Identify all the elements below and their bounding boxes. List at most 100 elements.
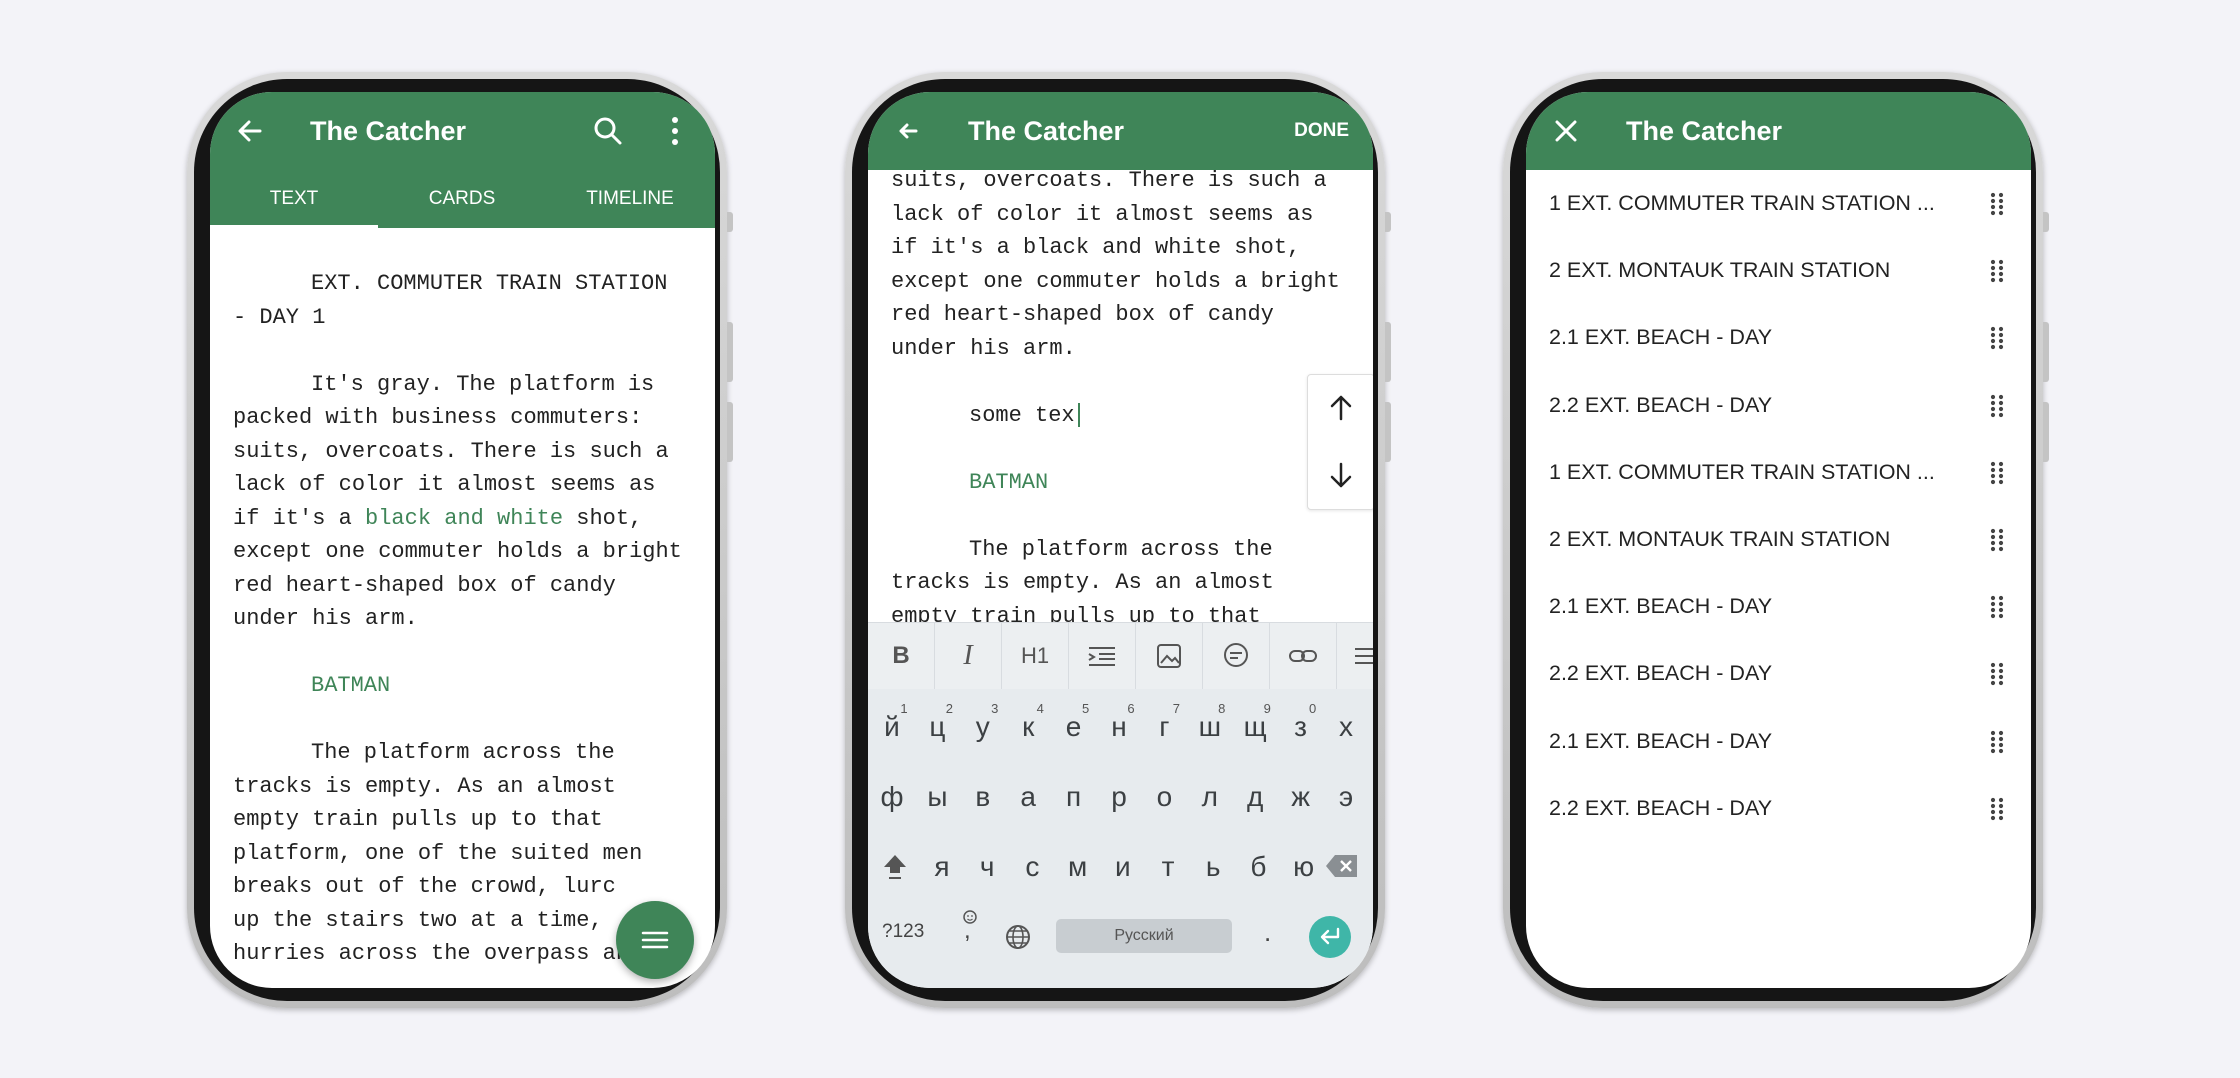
scene-label: 2.2 EXT. BEACH - DAY bbox=[1549, 795, 1773, 820]
symbols-key[interactable]: ?123 bbox=[882, 921, 924, 943]
key[interactable]: ю bbox=[1282, 851, 1326, 883]
back-arrow-icon[interactable] bbox=[230, 111, 270, 151]
arrow-down-icon[interactable] bbox=[1308, 442, 1373, 508]
arrow-up-icon[interactable] bbox=[1308, 375, 1373, 441]
typed-text[interactable]: some tex bbox=[891, 403, 1075, 428]
scene-label: 1 EXT. COMMUTER TRAIN STATION ... bbox=[1549, 459, 1935, 484]
key[interactable]: я bbox=[920, 851, 964, 883]
key[interactable]: р bbox=[1097, 781, 1141, 813]
drag-handle-icon[interactable] bbox=[1985, 796, 2009, 822]
key[interactable]: и bbox=[1101, 851, 1145, 883]
list-item[interactable]: 1 EXT. COMMUTER TRAIN STATION ... bbox=[1526, 170, 2031, 237]
shift-icon[interactable] bbox=[878, 849, 912, 883]
key[interactable]: х bbox=[1324, 711, 1368, 743]
key[interactable]: э bbox=[1324, 781, 1368, 813]
editor-area[interactable]: suits, overcoats. There is such a lack o… bbox=[868, 170, 1373, 622]
drag-handle-icon[interactable] bbox=[1985, 258, 2009, 284]
tab-text[interactable]: TEXT bbox=[210, 170, 378, 228]
action-paragraph-2: The platform across the tracks is empty.… bbox=[891, 536, 1274, 623]
close-icon[interactable] bbox=[1546, 111, 1586, 151]
key[interactable]: т bbox=[1146, 851, 1190, 883]
back-arrow-icon[interactable] bbox=[888, 111, 928, 151]
scene-list: 1 EXT. COMMUTER TRAIN STATION ... 2 EXT. … bbox=[1526, 170, 2031, 842]
list-item[interactable]: 2.1 EXT. BEACH - DAY bbox=[1526, 708, 2031, 775]
menu-fab-button[interactable] bbox=[616, 901, 694, 979]
key-hint: 6 bbox=[1127, 701, 1135, 716]
scene-label: 2 EXT. MONTAUK TRAIN STATION bbox=[1549, 526, 1891, 551]
key[interactable]: б bbox=[1236, 851, 1280, 883]
drag-handle-icon[interactable] bbox=[1985, 661, 2009, 687]
key[interactable]: в bbox=[961, 781, 1005, 813]
key[interactable]: ь bbox=[1191, 851, 1235, 883]
image-button[interactable] bbox=[1136, 623, 1203, 689]
key-hint: 8 bbox=[1218, 701, 1226, 716]
list-item[interactable]: 2.2 EXT. BEACH - DAY bbox=[1526, 372, 2031, 439]
character-name: BATMAN bbox=[311, 673, 391, 698]
search-icon[interactable] bbox=[588, 111, 628, 151]
comment-icon bbox=[1224, 643, 1248, 667]
heading-button[interactable]: H1 bbox=[1002, 623, 1069, 689]
tab-cards[interactable]: CARDS bbox=[378, 170, 546, 228]
key-hint: 1 bbox=[900, 701, 908, 716]
phone-scene-list: The Catcher 1 EXT. COMMUTER TRAIN STATIO… bbox=[1503, 72, 2049, 1008]
backspace-icon[interactable] bbox=[1325, 853, 1359, 879]
key[interactable]: л bbox=[1188, 781, 1232, 813]
format-toolbar: B I H1 bbox=[868, 622, 1373, 689]
highlighted-link[interactable]: black and white bbox=[365, 506, 563, 531]
italic-icon: I bbox=[963, 640, 973, 671]
key-hint: 9 bbox=[1263, 701, 1271, 716]
menu-icon bbox=[641, 931, 669, 949]
drag-handle-icon[interactable] bbox=[1985, 729, 2009, 755]
scene-label: 2.1 EXT. BEACH - DAY bbox=[1549, 325, 1773, 350]
phone-script-view: The Catcher TEXT CARDS TIMELINE EXT. COM… bbox=[187, 72, 733, 1008]
list-item[interactable]: 2.2 EXT. BEACH - DAY bbox=[1526, 640, 2031, 707]
key[interactable]: ч bbox=[965, 851, 1009, 883]
key[interactable]: д bbox=[1233, 781, 1277, 813]
globe-icon[interactable] bbox=[1004, 923, 1032, 951]
page-title: The Catcher bbox=[310, 116, 467, 146]
comment-button[interactable] bbox=[1203, 623, 1270, 689]
scene-label: 2.1 EXT. BEACH - DAY bbox=[1549, 728, 1773, 753]
period-key[interactable]: . bbox=[1264, 917, 1271, 948]
key-hint: 4 bbox=[1036, 701, 1044, 716]
italic-button[interactable]: I bbox=[935, 623, 1002, 689]
key[interactable]: п bbox=[1052, 781, 1096, 813]
drag-handle-icon[interactable] bbox=[1985, 393, 2009, 419]
link-button[interactable] bbox=[1270, 623, 1337, 689]
bold-button[interactable]: B bbox=[868, 623, 935, 689]
drag-handle-icon[interactable] bbox=[1985, 191, 2009, 217]
drag-handle-icon[interactable] bbox=[1985, 527, 2009, 553]
done-button[interactable]: DONE bbox=[1294, 92, 1349, 170]
tab-timeline[interactable]: TIMELINE bbox=[546, 170, 714, 228]
drag-handle-icon[interactable] bbox=[1985, 460, 2009, 486]
list-item[interactable]: 2.1 EXT. BEACH - DAY bbox=[1526, 573, 2031, 640]
key[interactable]: ф bbox=[870, 781, 914, 813]
app-bar: The Catcher DONE bbox=[868, 92, 1373, 170]
list-item[interactable]: 2 EXT. MONTAUK TRAIN STATION bbox=[1526, 237, 2031, 304]
list-item[interactable]: 2 EXT. MONTAUK TRAIN STATION bbox=[1526, 506, 2031, 573]
list-item[interactable]: 1 EXT. COMMUTER TRAIN STATION ... bbox=[1526, 439, 2031, 506]
key[interactable]: а bbox=[1006, 781, 1050, 813]
space-key[interactable]: Русский bbox=[1056, 919, 1232, 953]
list-button[interactable] bbox=[1337, 623, 1373, 689]
indent-icon bbox=[1088, 647, 1115, 666]
list-item[interactable]: 2.2 EXT. BEACH - DAY bbox=[1526, 775, 2031, 842]
drag-handle-icon[interactable] bbox=[1985, 325, 2009, 351]
key-hint: 5 bbox=[1081, 701, 1090, 716]
indent-button[interactable] bbox=[1069, 623, 1136, 689]
app-bar: The Catcher bbox=[210, 92, 715, 170]
list-item[interactable]: 2.1 EXT. BEACH - DAY bbox=[1526, 304, 2031, 371]
scene-label: 2.1 EXT. BEACH - DAY bbox=[1549, 594, 1773, 619]
key[interactable]: с bbox=[1010, 851, 1054, 883]
key[interactable]: о bbox=[1142, 781, 1186, 813]
key[interactable]: ы bbox=[915, 781, 959, 813]
enter-key[interactable] bbox=[1309, 916, 1351, 958]
more-vert-icon[interactable] bbox=[655, 111, 695, 151]
key[interactable]: ж bbox=[1279, 781, 1323, 813]
key[interactable]: м bbox=[1056, 851, 1100, 883]
scene-label: 2.2 EXT. BEACH - DAY bbox=[1549, 392, 1773, 417]
scene-heading-cont: - DAY 1 bbox=[233, 304, 326, 330]
drag-handle-icon[interactable] bbox=[1985, 594, 2009, 620]
character-name: BATMAN bbox=[969, 469, 1049, 495]
script-body[interactable]: EXT. COMMUTER TRAIN STATION - DAY 1 It's… bbox=[233, 267, 703, 988]
